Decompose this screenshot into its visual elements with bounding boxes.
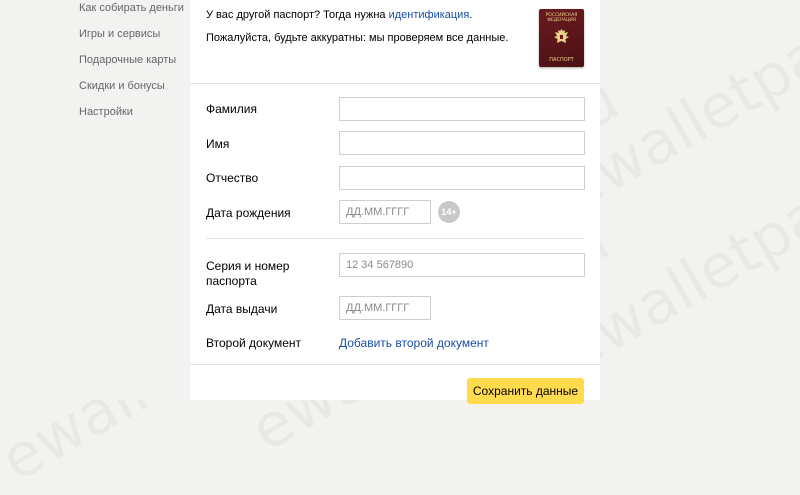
- section-divider: [190, 364, 600, 365]
- passport-image: РОССИЙСКАЯ ФЕДЕРАЦИЯ ПАСПОРТ: [539, 9, 584, 67]
- patronymic-label: Отчество: [206, 171, 259, 185]
- passport-title-text: ПАСПОРТ: [549, 57, 574, 63]
- sidebar-item-settings[interactable]: Настройки: [79, 106, 133, 118]
- notice-text-suffix: .: [469, 9, 473, 21]
- coat-of-arms-icon: [554, 29, 569, 43]
- identification-link[interactable]: идентификация: [389, 9, 470, 21]
- birthdate-input[interactable]: [339, 200, 431, 224]
- name-label: Имя: [206, 137, 230, 151]
- sidebar-item-collect-money[interactable]: Как собирать деньги: [79, 2, 184, 14]
- issue-date-label: Дата выдачи: [206, 302, 278, 316]
- passport-notice-line2: Пожалуйста, будьте аккуратны: мы проверя…: [206, 32, 509, 44]
- surname-input[interactable]: [339, 97, 585, 121]
- passport-country-text: РОССИЙСКАЯ ФЕДЕРАЦИЯ: [545, 13, 578, 23]
- add-second-document-link[interactable]: Добавить второй документ: [339, 336, 489, 350]
- age-restriction-badge: 14+: [438, 201, 460, 223]
- sidebar-item-games-services[interactable]: Игры и сервисы: [79, 28, 160, 40]
- name-input[interactable]: [339, 131, 585, 155]
- second-document-label: Второй документ: [206, 336, 301, 350]
- notice-text-prefix: У вас другой паспорт? Тогда нужна: [206, 9, 389, 21]
- passport-number-input[interactable]: [339, 253, 585, 277]
- patronymic-input[interactable]: [339, 166, 585, 190]
- section-divider: [206, 238, 585, 239]
- issue-date-input[interactable]: [339, 296, 431, 320]
- surname-label: Фамилия: [206, 102, 257, 116]
- sidebar-item-gift-cards[interactable]: Подарочные карты: [79, 54, 176, 66]
- section-divider: [190, 83, 600, 84]
- save-data-button[interactable]: Сохранить данные: [467, 378, 584, 404]
- passport-number-label: Серия и номер паспорта: [206, 259, 290, 288]
- sidebar-item-discounts-bonuses[interactable]: Скидки и бонусы: [79, 80, 165, 92]
- passport-notice-line1: У вас другой паспорт? Тогда нужна иденти…: [206, 9, 472, 21]
- identification-form-card: У вас другой паспорт? Тогда нужна иденти…: [190, 0, 600, 400]
- birthdate-label: Дата рождения: [206, 206, 291, 220]
- sidebar: Как собирать деньги Игры и сервисы Подар…: [0, 0, 190, 400]
